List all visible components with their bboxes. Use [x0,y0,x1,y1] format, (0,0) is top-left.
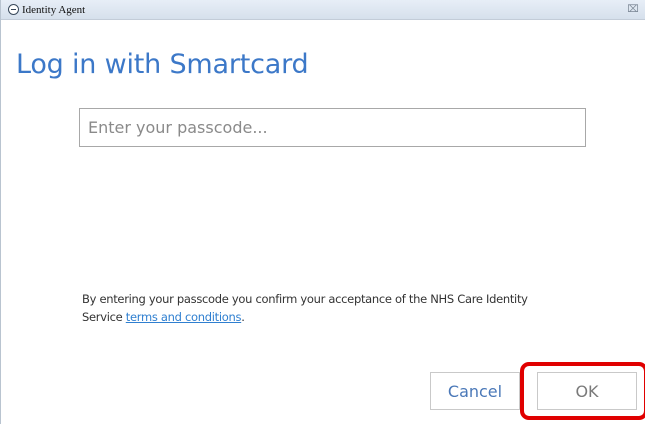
page-title: Log in with Smartcard [16,49,309,80]
identity-agent-icon [8,4,19,15]
window-title: Identity Agent [22,4,86,16]
terms-period: . [241,310,245,324]
cancel-button[interactable]: Cancel [430,372,520,410]
passcode-input[interactable] [79,108,586,147]
title-bar[interactable]: Identity Agent ⌧ [1,0,645,20]
terms-and-conditions-link[interactable]: terms and conditions [126,310,242,324]
ok-button[interactable]: OK [537,372,637,410]
close-icon[interactable]: ⌧ [623,3,643,17]
login-dialog: Identity Agent ⌧ Log in with Smartcard B… [0,0,645,424]
terms-notice: By entering your passcode you confirm yo… [82,290,552,326]
